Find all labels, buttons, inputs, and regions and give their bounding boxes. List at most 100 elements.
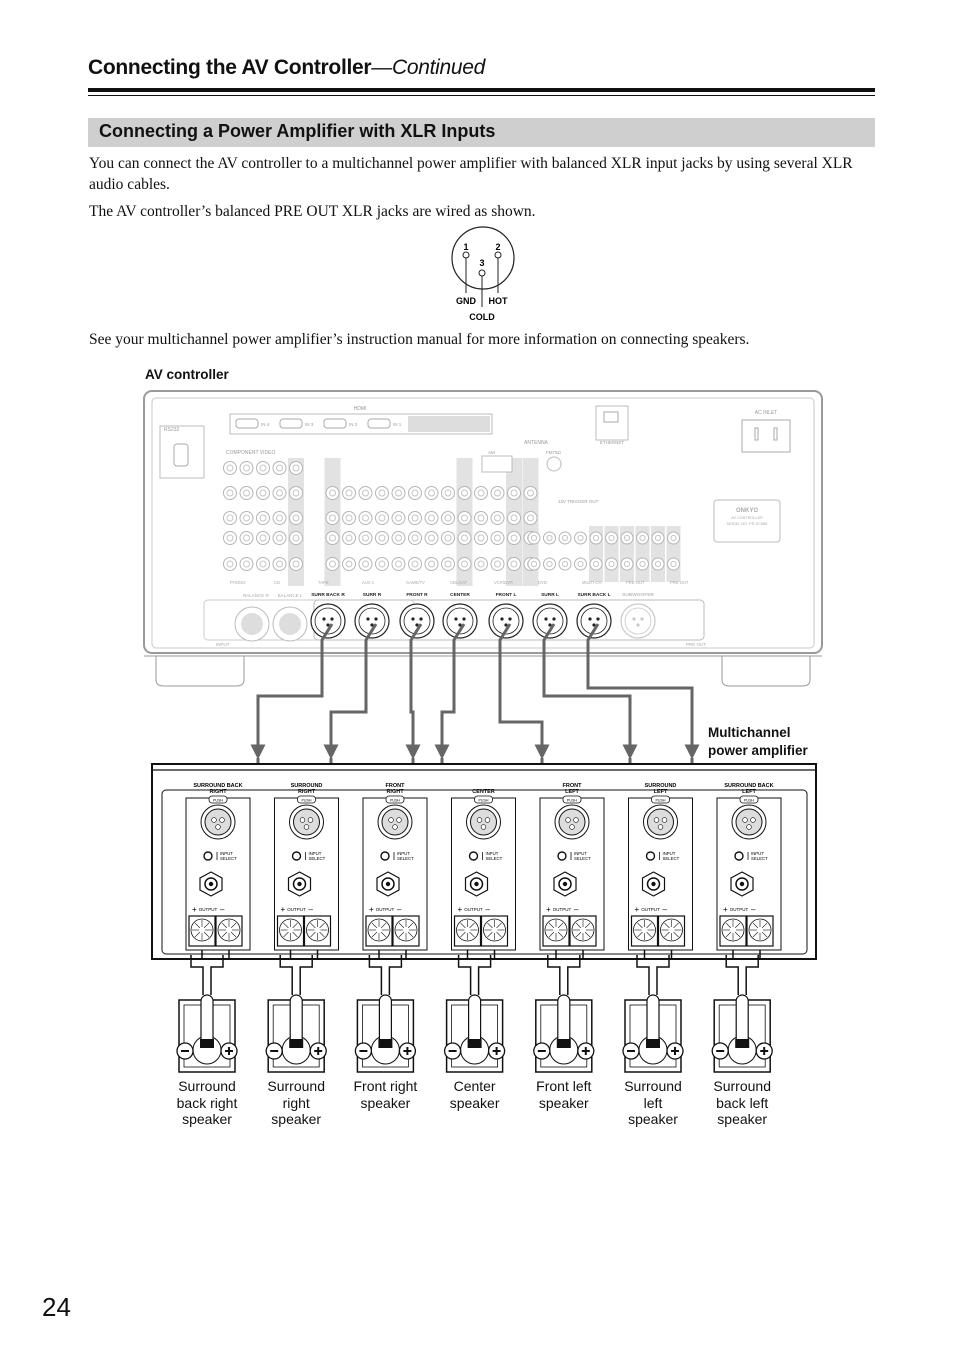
xlr-pin — [596, 617, 600, 621]
rca-jack — [636, 531, 649, 545]
xlr-input-jack-face — [470, 808, 497, 836]
input-select-switch[interactable] — [203, 851, 213, 861]
input-select-label: SELECT — [751, 856, 768, 861]
output-label: OUTPUT — [376, 907, 395, 912]
output-label: OUTPUT — [553, 907, 572, 912]
input-select-switch[interactable] — [380, 851, 390, 861]
speaker-label-line: speaker — [360, 1094, 411, 1111]
rca-jack — [408, 557, 422, 571]
rca-jack — [424, 531, 439, 545]
xlr-pin — [588, 617, 592, 621]
audio-group-label: TAPE — [318, 580, 329, 585]
hdmi-port-label: IN 4 — [261, 422, 270, 427]
rca-jack — [457, 511, 472, 525]
output-plus: + — [192, 905, 197, 914]
amplifier-channel: FRONTLEFTPUSHINPUTSELECTOUTPUT+ – — [539, 783, 605, 960]
rca-jack — [358, 511, 373, 525]
rca-jack — [325, 557, 340, 571]
unbalanced-input-jack-center — [474, 881, 479, 887]
rca-jack — [523, 486, 538, 500]
av-controller-rear-panel: HDMI IN 4 IN 3 IN 2 IN 1 RS232 COMPONENT VI… — [143, 390, 823, 687]
audio-group-label: AUX 1 — [362, 580, 375, 585]
hdmi-port — [235, 418, 259, 429]
xlr-pin — [552, 617, 556, 621]
xlr-output-jack[interactable] — [442, 603, 478, 639]
xlr-pin — [411, 617, 415, 621]
rca-jack — [289, 511, 303, 525]
rca-jack — [490, 557, 505, 571]
xlr-input-pin — [476, 817, 483, 823]
xlr-output-jack[interactable] — [532, 603, 568, 639]
input-select-label: SELECT — [397, 856, 414, 861]
speaker-label-line: speaker — [628, 1111, 678, 1127]
speaker-plug-tip — [735, 1039, 750, 1048]
speaker-label-line: back right — [176, 1094, 238, 1111]
xlr-input-pin — [569, 824, 575, 830]
unbalanced-input-jack-center — [385, 881, 391, 887]
speaker-label: Front right speaker — [340, 1078, 430, 1111]
rca-jack — [289, 486, 303, 500]
channel-label-line2: RIGHT — [209, 789, 227, 795]
header-rule-thin — [88, 95, 875, 96]
rca-jack — [272, 511, 287, 525]
speaker-label-line: left — [643, 1094, 663, 1111]
amplifier-channel: SURROUNDLEFTPUSHINPUTSELECTOUTPUT+ – — [628, 783, 693, 960]
xlr-output-jack[interactable] — [620, 603, 656, 639]
rca-jack — [325, 486, 340, 500]
input-select-switch[interactable] — [734, 851, 744, 861]
ac-inlet-pin-left — [754, 427, 759, 441]
speaker-label-line: right — [282, 1094, 310, 1111]
hdmi-output-area — [408, 416, 490, 432]
balance-l-jack-inner — [279, 613, 301, 635]
output-plus: + — [458, 905, 463, 914]
speaker-plug — [200, 994, 214, 1046]
speaker-plug — [646, 994, 660, 1046]
xlr-output-jack[interactable] — [354, 603, 390, 639]
speaker-plug-tip — [646, 1039, 660, 1048]
rca-jack — [408, 531, 422, 545]
xlr-output-jack[interactable] — [310, 603, 346, 639]
brand-logo: ONKYO — [736, 508, 758, 514]
xlr-input-pin — [480, 824, 487, 830]
rca-jack — [408, 511, 422, 525]
xlr-input-pin — [299, 817, 306, 823]
audio-group-label: MULTI CH — [582, 580, 601, 585]
channel-label-line2: LEFT — [742, 789, 756, 795]
speaker-wire — [636, 955, 670, 995]
speaker-plug-tip — [200, 1039, 214, 1048]
xlr-input-jack-face — [647, 808, 674, 836]
rca-jack — [507, 557, 521, 571]
input-select-switch[interactable] — [645, 851, 656, 861]
input-select-label: SELECT — [663, 856, 680, 861]
input-select-switch[interactable] — [291, 851, 302, 861]
xlr-output-jack[interactable] — [576, 603, 612, 639]
rca-jack — [239, 461, 254, 475]
component-video-label: COMPONENT VIDEO — [226, 450, 275, 456]
speaker-wire — [190, 955, 224, 995]
balance-l-label: BALANCE L — [278, 593, 303, 598]
input-select-switch[interactable] — [557, 851, 567, 861]
xlr-pin — [462, 617, 466, 621]
xlr-output-jack[interactable] — [488, 603, 524, 639]
ethernet-port — [603, 411, 619, 423]
channel-label-line2: CENTER — [472, 789, 495, 795]
xlr-input-pin — [392, 824, 398, 830]
xlr-output-label: SUBWOOFER — [622, 592, 654, 598]
hdmi-port — [367, 418, 391, 429]
input-select-switch[interactable] — [468, 851, 479, 861]
xlr-pin — [508, 617, 512, 621]
speaker-label-line: speaker — [182, 1111, 232, 1127]
output-label: OUTPUT — [199, 907, 218, 912]
hdmi-port-label: IN 1 — [393, 422, 402, 427]
input-select-label: SELECT — [574, 856, 591, 861]
xlr-output-label: FRONT L — [496, 592, 517, 598]
speaker-label: Surround back right speaker — [162, 1078, 252, 1128]
rca-jack — [667, 557, 680, 571]
push-label: PUSH — [744, 799, 754, 803]
xlr-input-jack-face — [381, 808, 409, 836]
xlr-output-jack[interactable] — [399, 603, 435, 639]
xlr-pin — [544, 617, 548, 621]
rca-jack — [408, 486, 422, 500]
xlr-input-pin — [307, 817, 314, 823]
rca-jack — [490, 511, 505, 525]
